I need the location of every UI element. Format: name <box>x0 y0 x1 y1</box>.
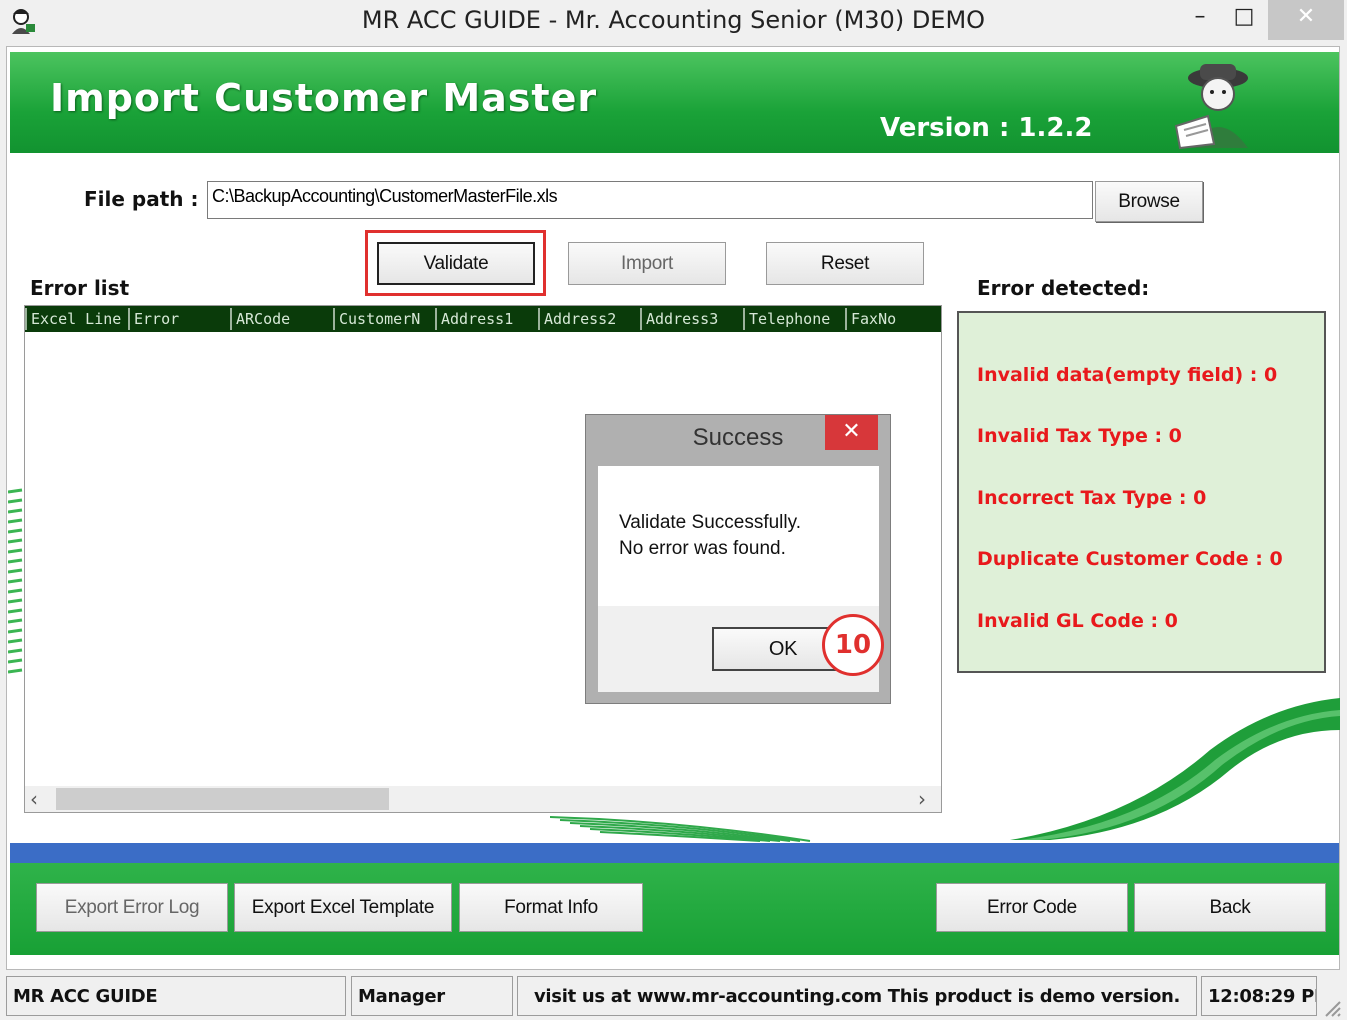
maximize-button[interactable]: □ <box>1224 0 1264 40</box>
export-excel-template-button[interactable]: Export Excel Template <box>234 883 452 932</box>
error-detected-label: Error detected: <box>977 276 1150 300</box>
dialog-body <box>598 466 879 606</box>
scroll-right-icon[interactable]: › <box>918 786 938 812</box>
file-path-input[interactable]: C:\BackupAccounting\CustomerMasterFile.x… <box>207 181 1093 219</box>
column-header[interactable]: CustomerN <box>333 308 435 330</box>
error-list-label: Error list <box>30 276 130 300</box>
export-error-log-button[interactable]: Export Error Log <box>36 883 228 932</box>
error-count-invalid-tax-type: Invalid Tax Type : 0 <box>977 425 1182 447</box>
page-title: Import Customer Master <box>50 76 598 120</box>
file-path-label: File path : <box>84 187 199 211</box>
back-button[interactable]: Back <box>1134 883 1326 932</box>
column-header[interactable]: Excel Line <box>25 308 128 330</box>
scrollbar-thumb[interactable] <box>56 788 389 810</box>
column-header[interactable]: Address1 <box>435 308 538 330</box>
resize-grip-icon[interactable] <box>1320 996 1342 1018</box>
reset-button[interactable]: Reset <box>766 242 924 285</box>
decorative-dots <box>550 816 811 842</box>
status-app-name: MR ACC GUIDE <box>6 976 346 1016</box>
step-number-badge: 10 <box>822 614 884 676</box>
column-header[interactable]: Telephone <box>743 308 845 330</box>
version-label: Version : 1.2.2 <box>880 113 1093 143</box>
decorative-wave <box>1010 698 1340 840</box>
column-header[interactable]: ARCode <box>230 308 333 330</box>
error-code-button[interactable]: Error Code <box>936 883 1128 932</box>
window-close-button[interactable]: ✕ <box>1268 0 1344 40</box>
decorative-stripes <box>8 488 23 674</box>
column-header[interactable]: Address3 <box>640 308 743 330</box>
validate-button[interactable]: Validate <box>377 242 535 285</box>
column-header[interactable]: Address2 <box>538 308 640 330</box>
error-count-incorrect-tax-type: Incorrect Tax Type : 0 <box>977 487 1207 509</box>
column-header[interactable]: Error <box>128 308 230 330</box>
status-user: Manager <box>351 976 513 1016</box>
accountant-mascot-icon <box>1174 64 1248 150</box>
import-button[interactable]: Import <box>568 242 726 285</box>
minimize-button[interactable]: – <box>1180 0 1220 40</box>
browse-button[interactable]: Browse <box>1095 181 1203 222</box>
dialog-message: Validate Successfully. <box>619 512 801 533</box>
dialog-close-icon[interactable]: ✕ <box>825 415 878 450</box>
column-header[interactable]: FaxNo <box>845 308 941 330</box>
status-time: 12:08:29 PM <box>1201 976 1317 1016</box>
grid-header: Excel Line Error ARCode CustomerN Addres… <box>25 306 941 332</box>
separator-bar <box>10 843 1339 863</box>
error-count-duplicate-customer-code: Duplicate Customer Code : 0 <box>977 548 1283 570</box>
dialog-message: No error was found. <box>619 538 786 559</box>
status-message: visit us at www.mr-accounting.com This p… <box>517 976 1197 1016</box>
error-count-invalid-gl-code: Invalid GL Code : 0 <box>977 610 1178 632</box>
format-info-button[interactable]: Format Info <box>459 883 643 932</box>
scroll-left-icon[interactable]: ‹ <box>30 786 50 812</box>
error-count-empty-field: Invalid data(empty field) : 0 <box>977 364 1278 386</box>
window-title: MR ACC GUIDE - Mr. Accounting Senior (M3… <box>361 6 986 34</box>
